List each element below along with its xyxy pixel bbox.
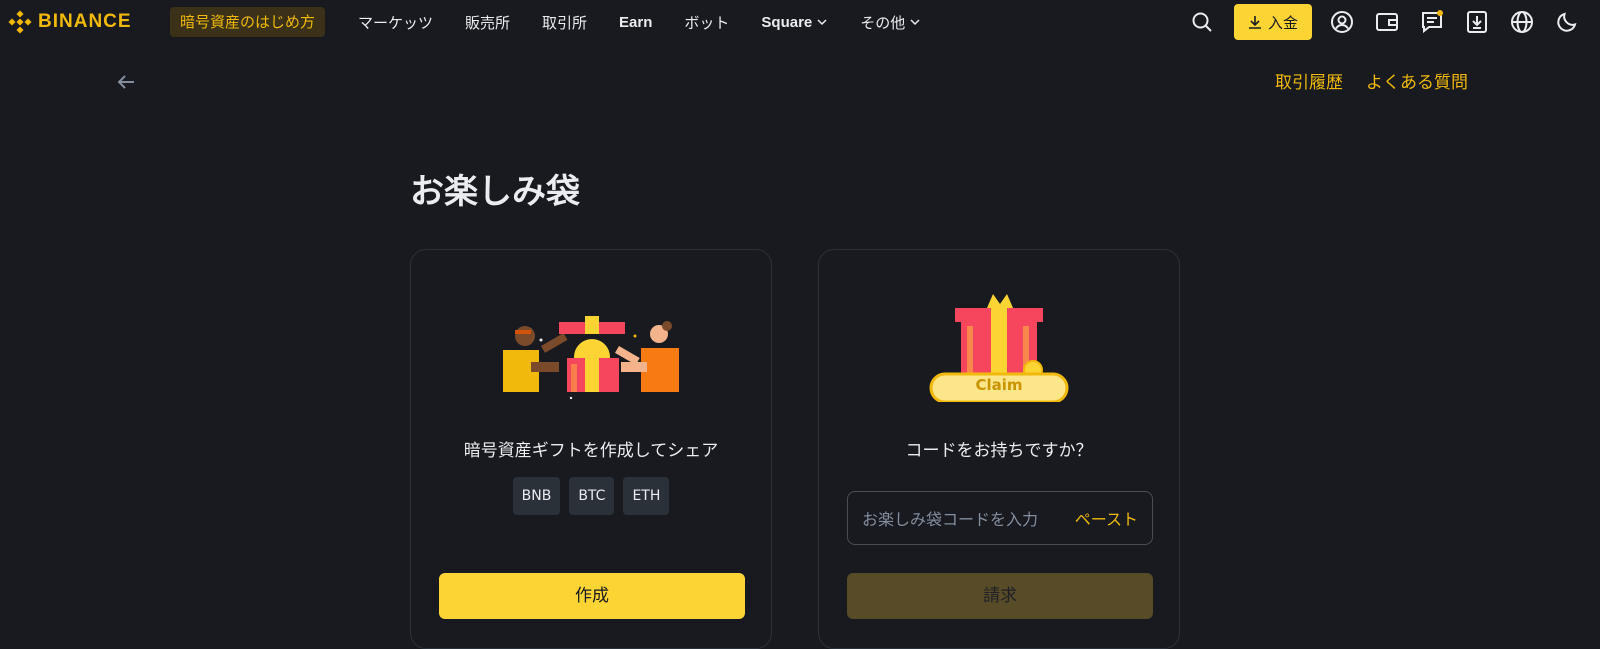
nav-exchange[interactable]: 取引所: [542, 12, 587, 33]
nav-broker[interactable]: 販売所: [465, 12, 510, 33]
nav-bot[interactable]: ボット: [684, 12, 729, 33]
message-icon[interactable]: [1420, 10, 1444, 34]
nav-markets[interactable]: マーケッツ: [358, 12, 433, 33]
nav-bot-label: ボット: [684, 13, 730, 32]
claim-question-text: コードをお持ちですか？: [905, 441, 1093, 461]
deposit-label: 入金: [1267, 13, 1298, 32]
nav-square[interactable]: Square: [761, 14, 828, 31]
search-icon[interactable]: [1190, 10, 1214, 34]
currency-chips: BNB BTC ETH: [411, 477, 771, 515]
paste-button[interactable]: ペースト: [1075, 506, 1138, 530]
chevron-down-icon: [910, 19, 920, 26]
claim-gift-card: Claim コードをお持ちですか？ お楽しみ袋コードを入力 ペースト 請求: [818, 249, 1180, 649]
create-button[interactable]: 作成: [439, 573, 745, 619]
create-gift-card: 暗号資産ギフトを作成してシェア BNB BTC ETH 作成: [410, 249, 772, 649]
nav-more-label: その他: [860, 13, 906, 32]
claim-badge-label: Claim: [975, 376, 1023, 394]
main-nav: マーケッツ 販売所 取引所 Earn ボット Square その他: [358, 0, 953, 44]
gift-code-input[interactable]: お楽しみ袋コードを入力 ペースト: [847, 491, 1153, 545]
nav-more[interactable]: その他: [860, 12, 921, 33]
faq-link[interactable]: よくある質問: [1366, 68, 1468, 93]
brand-name: BINANCE: [38, 11, 132, 32]
gift-code-placeholder: お楽しみ袋コードを入力: [862, 510, 1039, 529]
history-link[interactable]: 取引履歴: [1275, 68, 1343, 93]
nav-broker-label: 販売所: [465, 13, 511, 32]
gift-sharing-illustration: [503, 316, 679, 400]
download-app-icon[interactable]: [1465, 10, 1489, 34]
chip-btc[interactable]: BTC: [569, 477, 615, 515]
download-icon: [1248, 16, 1261, 29]
binance-logo-icon: [8, 10, 32, 34]
globe-icon[interactable]: [1510, 10, 1534, 34]
wallet-icon[interactable]: [1375, 10, 1399, 34]
nav-earn[interactable]: Earn: [619, 14, 652, 31]
chip-bnb[interactable]: BNB: [512, 477, 561, 515]
claim-button[interactable]: 請求: [847, 573, 1153, 619]
chevron-down-icon: [817, 19, 827, 26]
moon-icon[interactable]: [1555, 10, 1579, 34]
user-icon[interactable]: [1330, 10, 1354, 34]
nav-markets-label: マーケッツ: [358, 13, 434, 32]
nav-earn-label: Earn: [619, 13, 653, 31]
deposit-button[interactable]: 入金: [1234, 4, 1312, 40]
top-navigation-bar: BINANCE 暗号資産のはじめ方 マーケッツ 販売所 取引所 Earn ボット…: [0, 0, 1600, 44]
promo-link[interactable]: 暗号資産のはじめ方: [170, 7, 326, 37]
page-title: お楽しみ袋: [410, 172, 580, 212]
create-gift-text: 暗号資産ギフトを作成してシェア: [463, 441, 719, 461]
nav-square-label: Square: [761, 13, 813, 31]
binance-logo[interactable]: BINANCE: [8, 10, 132, 34]
back-arrow-icon[interactable]: [114, 70, 138, 94]
chip-eth[interactable]: ETH: [623, 477, 670, 515]
nav-exchange-label: 取引所: [542, 13, 588, 32]
